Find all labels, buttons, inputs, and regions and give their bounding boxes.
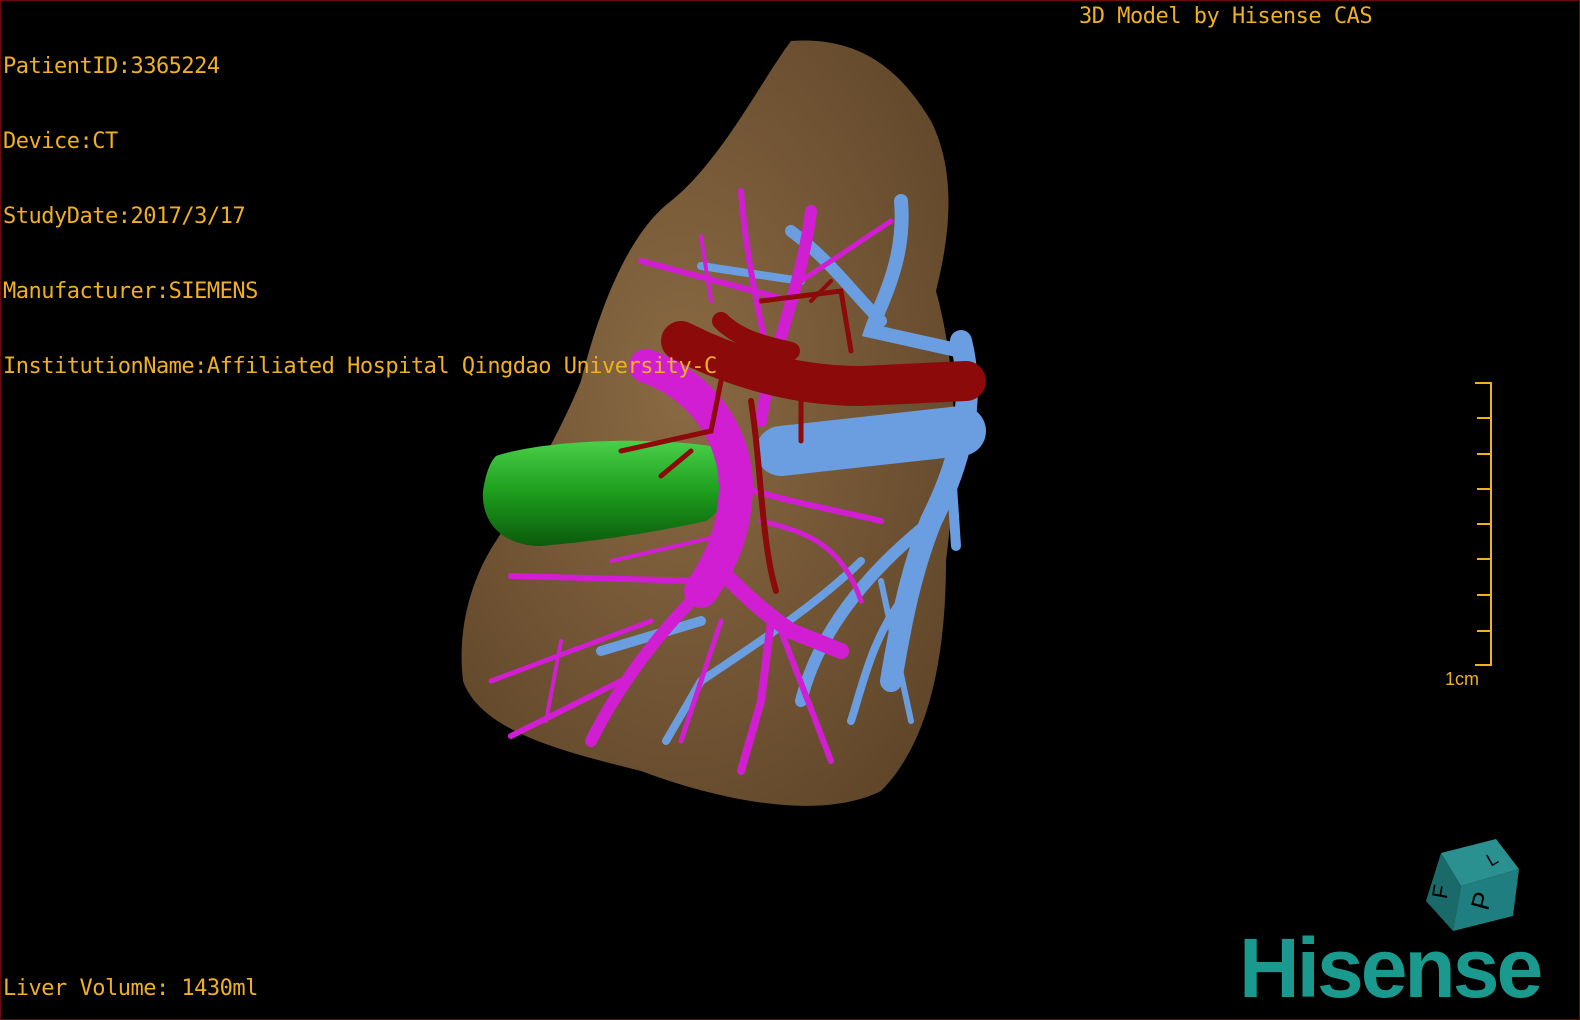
3d-viewport[interactable]: P F L PatientID:3365224 Device:CT StudyD…: [0, 0, 1580, 1020]
scale-bar-label: 1cm: [1445, 669, 1480, 689]
study-info: PatientID:3365224 Device:CT StudyDate:20…: [3, 4, 717, 429]
manufacturer: Manufacturer:SIEMENS: [3, 279, 258, 304]
device: Device:CT: [3, 129, 118, 154]
institution-name: InstitutionName:Affiliated Hospital Qing…: [3, 354, 717, 379]
orientation-cube[interactable]: P F L: [1426, 839, 1519, 931]
hisense-logo: Hisense: [1239, 921, 1543, 1015]
liver-volume: Liver Volume: 1430ml: [3, 976, 258, 1001]
study-date: StudyDate:2017/3/17: [3, 204, 246, 229]
patient-id: PatientID:3365224: [3, 54, 220, 79]
model-watermark: 3D Model by Hisense CAS: [1079, 4, 1373, 29]
scale-bar: [1475, 382, 1492, 666]
